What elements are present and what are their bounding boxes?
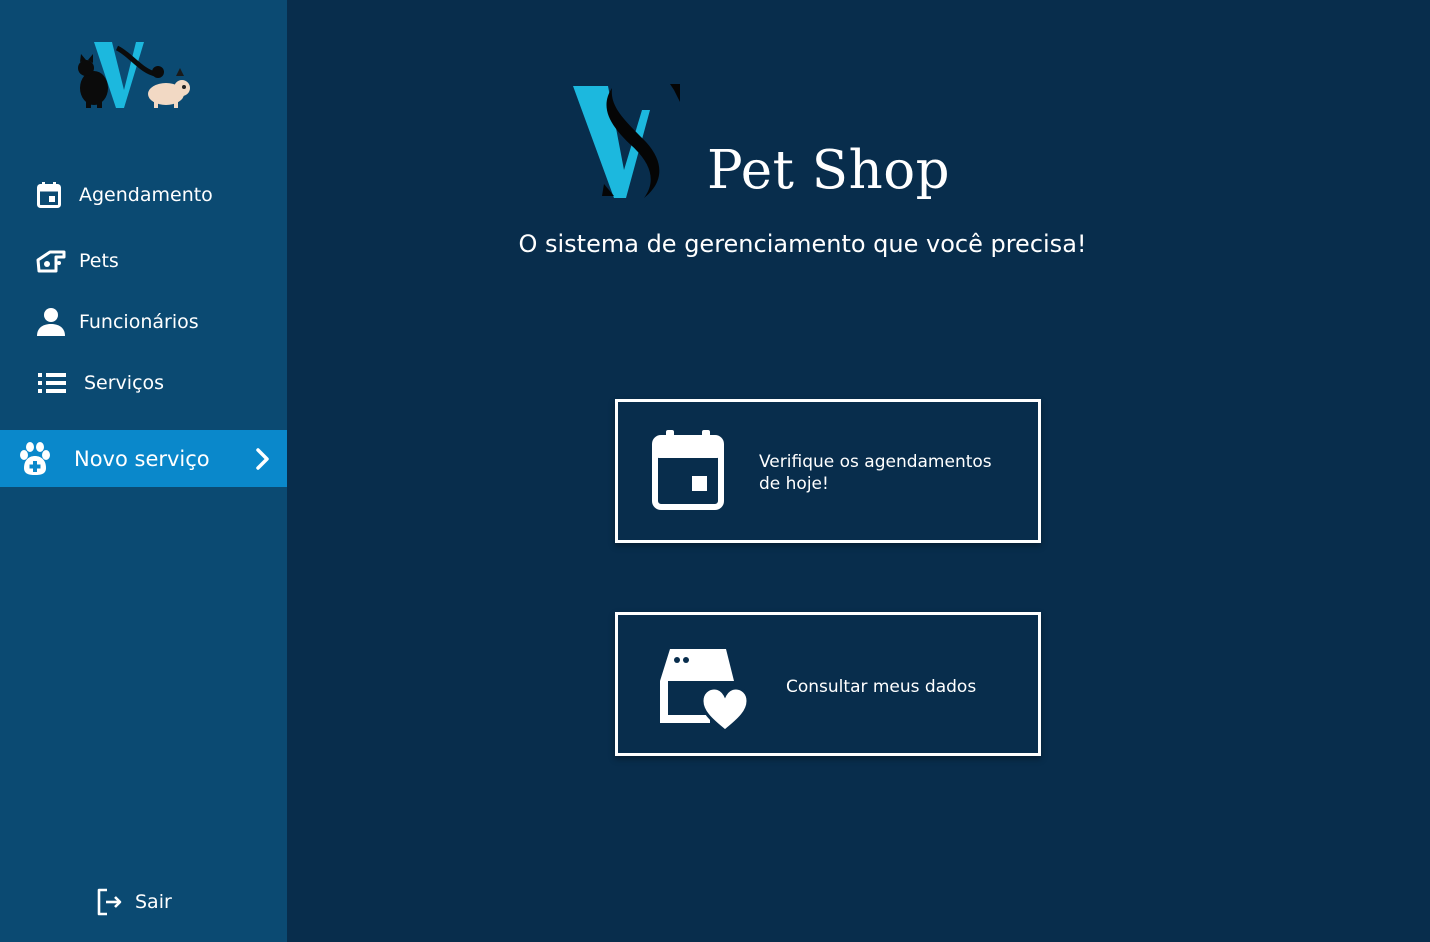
sidebar-logo[interactable] — [72, 38, 194, 112]
person-icon — [36, 307, 66, 337]
sidebar-item-label: Agendamento — [79, 184, 213, 206]
chevron-right-icon — [252, 447, 274, 471]
sidebar-item-novo-servico[interactable]: Novo serviço — [0, 430, 287, 487]
sidebar-item-label: Novo serviço — [74, 446, 210, 471]
sidebar: Agendamento Pets Funcionários Serviços N… — [0, 0, 287, 942]
paw-plus-icon — [18, 441, 52, 476]
list-icon — [37, 368, 67, 398]
tagline: O sistema de gerenciamento que você prec… — [518, 230, 1087, 258]
logo-icon — [78, 42, 190, 108]
brand-header: Pet Shop — [570, 80, 950, 205]
card-text: Verifique os agendamentos de hoje! — [759, 452, 992, 494]
calendar-icon — [34, 180, 64, 210]
today-appointments-card[interactable]: Verifique os agendamentos de hoje! — [615, 399, 1041, 543]
calendar-icon — [648, 428, 728, 512]
brand-name: Pet Shop — [707, 140, 951, 201]
logout-icon — [95, 887, 125, 917]
sidebar-item-label: Serviços — [84, 372, 165, 394]
logout-label: Sair — [135, 891, 172, 913]
logout-button[interactable]: Sair — [0, 882, 287, 922]
card-text: Consultar meus dados — [786, 677, 977, 697]
sidebar-item-agendamento[interactable]: Agendamento — [0, 175, 287, 215]
brand-logo-icon — [573, 84, 680, 198]
sidebar-item-label: Funcionários — [79, 311, 199, 333]
sidebar-item-servicos[interactable]: Serviços — [0, 363, 287, 403]
my-data-card[interactable]: Consultar meus dados — [615, 612, 1041, 756]
sidebar-item-funcionarios[interactable]: Funcionários — [0, 302, 287, 342]
pet-store-heart-icon — [654, 643, 750, 733]
